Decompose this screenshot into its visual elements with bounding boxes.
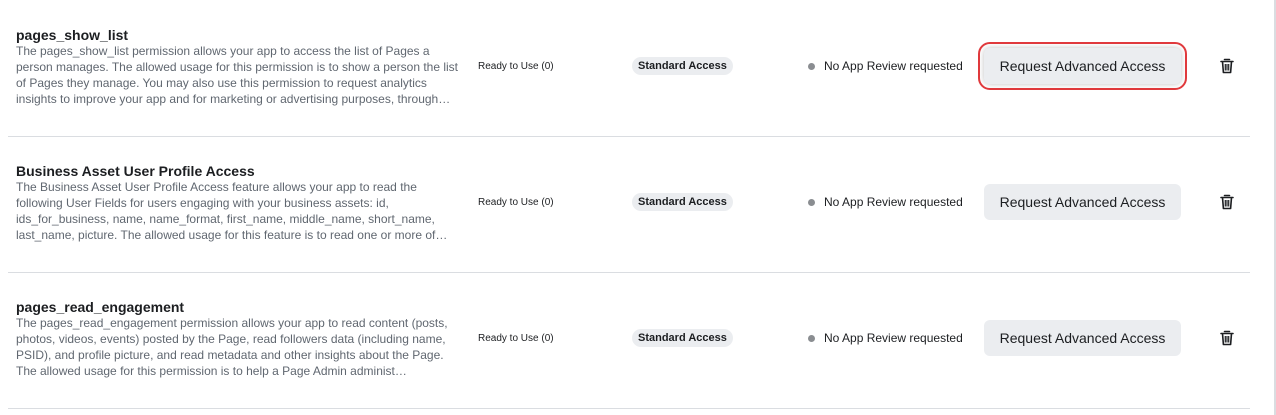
status-dot-icon [808,334,815,342]
ready-status: Ready to Use (0) [478,197,554,208]
permission-row-pages-read-engagement: pages_read_engagement The pages_read_eng… [8,272,1250,409]
trash-icon[interactable] [1218,57,1236,75]
ready-status: Ready to Use (0) [478,333,554,344]
review-status-label: No App Review requested [824,331,963,345]
request-advanced-access-button[interactable]: Request Advanced Access [978,42,1187,90]
status-dot-icon [808,62,815,70]
trash-icon[interactable] [1218,329,1236,347]
permission-description: The pages_show_list permission allows yo… [16,44,459,106]
permission-title: pages_show_list [16,27,129,43]
access-level-badge: Standard Access [632,193,733,211]
review-status-label: No App Review requested [824,195,963,209]
review-status: No App Review requested [808,59,963,73]
status-dot-icon [808,198,815,206]
request-advanced-access-button[interactable]: Request Advanced Access [984,320,1181,356]
request-advanced-access-button[interactable]: Request Advanced Access [984,184,1181,220]
trash-icon[interactable] [1218,193,1236,211]
review-status: No App Review requested [808,195,963,209]
access-level-badge: Standard Access [632,329,733,347]
permission-row-business-asset-user-profile-access: Business Asset User Profile Access The B… [8,136,1250,273]
permission-description: The Business Asset User Profile Access f… [16,180,448,242]
review-status: No App Review requested [808,331,963,345]
permission-title: Business Asset User Profile Access [16,163,255,179]
permission-title: pages_read_engagement [16,299,185,315]
access-level-badge: Standard Access [632,57,733,75]
permission-description: The pages_read_engagement permission all… [16,316,448,378]
ready-status: Ready to Use (0) [478,61,554,72]
review-status-label: No App Review requested [824,59,963,73]
permission-row-pages-show-list: pages_show_list The pages_show_list perm… [8,0,1250,137]
